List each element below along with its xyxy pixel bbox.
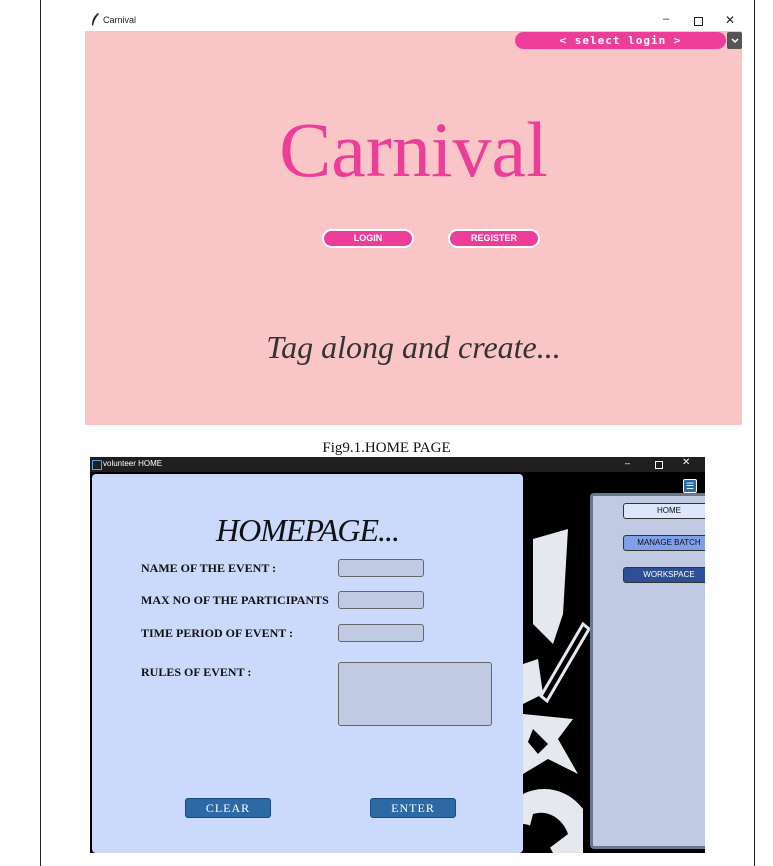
feather-icon (92, 13, 99, 26)
close-button[interactable]: ✕ (682, 458, 690, 468)
figure-caption: Fig9.1.HOME PAGE (322, 440, 451, 456)
time-period-input[interactable] (338, 624, 424, 642)
chevron-down-icon[interactable] (727, 32, 742, 49)
tagline: Tag along and create... (266, 329, 561, 365)
close-button[interactable]: ✕ (725, 14, 735, 26)
sidebar-item-home[interactable]: HOME (623, 503, 705, 519)
event-form-panel: HOMEPAGE... NAME OF THE EVENT : MAX NO O… (92, 474, 523, 853)
sidebar: HOME MANAGE BATCH WORKSPACE (590, 493, 705, 849)
page-border-left (40, 0, 41, 866)
rules-label: RULES OF EVENT : (141, 665, 252, 679)
app-heading: Carnival (279, 106, 548, 193)
carnival-titlebar: Carnival – ✕ (85, 11, 742, 31)
page-title: HOMEPAGE... (215, 512, 400, 548)
volunteer-home-window: volunteer HOME – ✕ HOMEPAGE... NAME OF T… (90, 457, 705, 853)
maximize-button[interactable] (655, 461, 663, 469)
hamburger-menu-icon[interactable]: ☰ (683, 479, 697, 493)
page-border-right (754, 0, 755, 866)
event-name-label: NAME OF THE EVENT : (141, 561, 277, 575)
window-title: Carnival (103, 15, 137, 25)
carnival-window: Carnival – ✕ < select login > Carnival L… (85, 11, 742, 425)
register-button[interactable]: REGISTER (448, 229, 540, 248)
select-login-dropdown[interactable]: < select login > (515, 32, 726, 49)
rules-textarea[interactable] (338, 662, 492, 726)
time-period-label: TIME PERIOD OF EVENT : (141, 626, 294, 640)
event-name-input[interactable] (338, 559, 424, 577)
minimize-button[interactable]: – (625, 459, 630, 468)
enter-button[interactable]: ENTER (370, 798, 456, 818)
sidebar-item-workspace[interactable]: WORKSPACE (623, 567, 705, 583)
sidebar-item-manage[interactable]: MANAGE BATCH (623, 535, 705, 551)
login-button[interactable]: LOGIN (322, 229, 414, 248)
volunteer-titlebar: volunteer HOME – ✕ (90, 457, 705, 472)
window-title: volunteer HOME (103, 459, 163, 468)
minimize-button[interactable]: – (663, 14, 669, 25)
maximize-button[interactable] (694, 17, 703, 26)
clear-button[interactable]: CLEAR (185, 798, 271, 818)
app-icon (92, 460, 102, 470)
max-participants-input[interactable] (338, 591, 424, 609)
max-participants-label: MAX NO OF THE PARTICIPANTS (141, 593, 329, 607)
